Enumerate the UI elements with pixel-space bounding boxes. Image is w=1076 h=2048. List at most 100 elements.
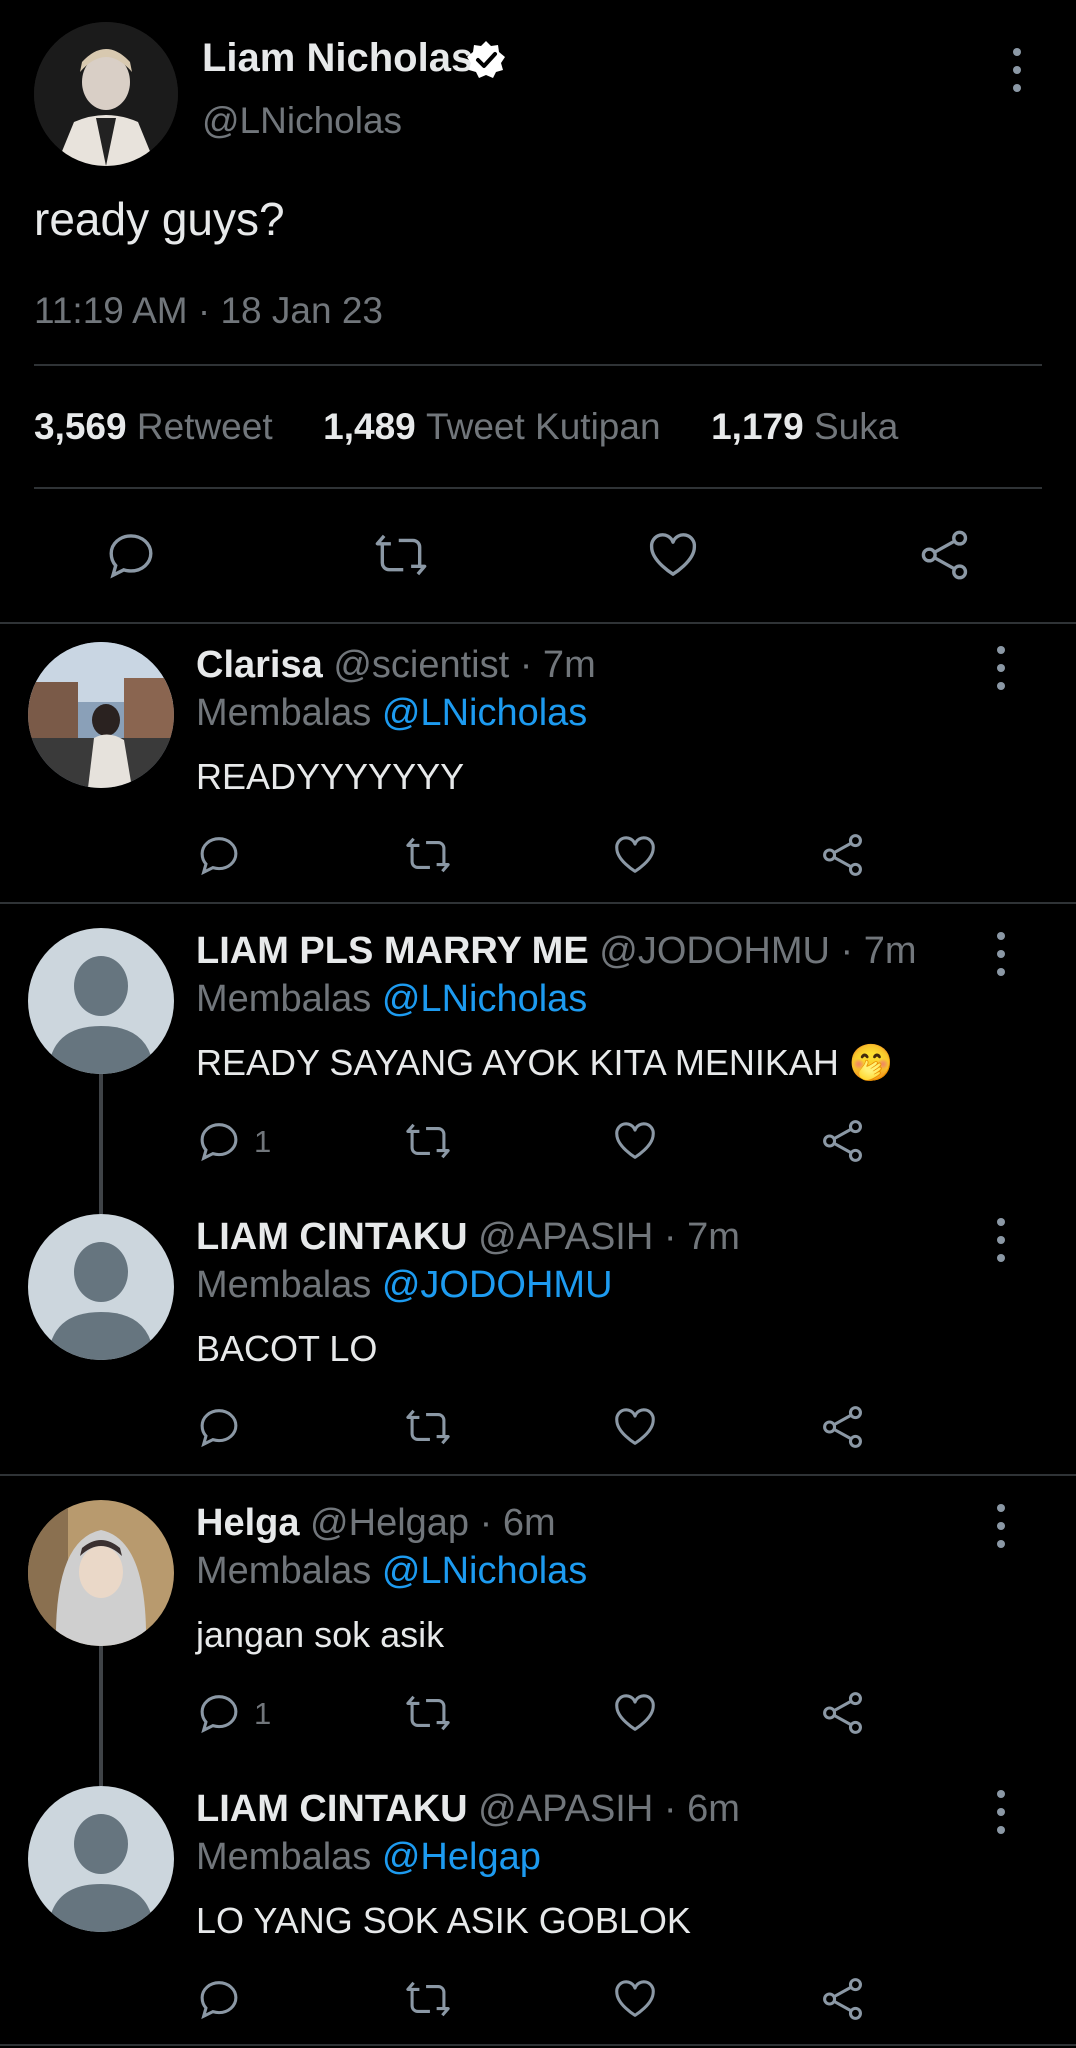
reply-author-name[interactable]: Helga: [196, 1502, 299, 1544]
thread-line: [99, 1074, 103, 1214]
reply-icon[interactable]: [196, 832, 242, 878]
divider: [34, 487, 1042, 489]
retweet-count: 3,569: [34, 406, 127, 447]
share-icon[interactable]: [820, 1404, 866, 1450]
reply-text: BACOT LO: [196, 1328, 378, 1369]
divider: [0, 2044, 1076, 2046]
reply-author-handle[interactable]: @APASIH: [478, 1216, 653, 1258]
reply-text: jangan sok asik: [196, 1614, 445, 1655]
replying-to-link[interactable]: @LNicholas: [382, 978, 587, 1020]
replying-to: Membalas @LNicholas: [196, 1550, 587, 1593]
more-icon[interactable]: [986, 932, 1016, 976]
reply-header: LIAM CINTAKU @APASIH · 7m: [196, 1216, 740, 1259]
like-stat[interactable]: 1,179 Suka: [711, 406, 898, 447]
reply-avatar[interactable]: [28, 1500, 174, 1646]
divider: [0, 1474, 1076, 1476]
reply-count: 1: [254, 1696, 272, 1731]
reply-header: Clarisa @scientist · 7m: [196, 644, 596, 687]
reply-time: · 7m: [519, 644, 596, 686]
like-count: 1,179: [711, 406, 804, 447]
reply-author-handle[interactable]: @scientist: [333, 644, 509, 686]
share-icon[interactable]: [820, 1118, 866, 1164]
divider: [0, 902, 1076, 904]
reply-text: READYYYYYYY: [196, 756, 465, 797]
reply-text: READY SAYANG AYOK KITA MENIKAH 🤭: [196, 1042, 894, 1083]
tweet-stats: 3,569 Retweet 1,489 Tweet Kutipan 1,179 …: [34, 406, 898, 448]
reply-header: LIAM CINTAKU @APASIH · 6m: [196, 1788, 740, 1831]
like-icon[interactable]: [612, 1976, 658, 2022]
share-icon[interactable]: [820, 832, 866, 878]
replying-prefix: Membalas: [196, 1836, 372, 1878]
reply-avatar[interactable]: [28, 1786, 174, 1932]
like-icon[interactable]: [612, 1404, 658, 1450]
reply-icon[interactable]: [104, 528, 158, 582]
reply-author-handle[interactable]: @Helgap: [310, 1502, 469, 1544]
reply-time: · 7m: [840, 930, 917, 972]
divider: [0, 622, 1076, 624]
replying-to: Membalas @JODOHMU: [196, 1264, 613, 1307]
retweet-icon[interactable]: [402, 1404, 454, 1450]
author-name[interactable]: Liam Nicholas: [202, 36, 473, 81]
reply-author-name[interactable]: LIAM PLS MARRY ME: [196, 930, 589, 972]
reply-icon[interactable]: [196, 1118, 242, 1164]
reply-icon[interactable]: [196, 1690, 242, 1736]
share-icon[interactable]: [820, 1976, 866, 2022]
quote-label: Tweet Kutipan: [426, 406, 661, 447]
replying-to: Membalas @LNicholas: [196, 692, 587, 735]
share-icon[interactable]: [918, 528, 972, 582]
quote-stat[interactable]: 1,489 Tweet Kutipan: [323, 406, 660, 447]
reply-author-handle[interactable]: @JODOHMU: [599, 930, 830, 972]
reply-avatar[interactable]: [28, 928, 174, 1074]
like-icon[interactable]: [612, 832, 658, 878]
more-icon[interactable]: [986, 646, 1016, 690]
reply-count: 1: [254, 1124, 272, 1159]
replying-to-link[interactable]: @JODOHMU: [382, 1264, 613, 1306]
replying-to: Membalas @Helgap: [196, 1836, 541, 1879]
tweet-timestamp[interactable]: 11:19 AM · 18 Jan 23: [34, 290, 383, 332]
replying-prefix: Membalas: [196, 1264, 372, 1306]
reply-avatar[interactable]: [28, 642, 174, 788]
author-avatar[interactable]: [34, 22, 178, 166]
verified-badge-icon: [466, 40, 506, 80]
more-icon[interactable]: [986, 1504, 1016, 1548]
retweet-icon[interactable]: [402, 1976, 454, 2022]
quote-count: 1,489: [323, 406, 416, 447]
like-icon[interactable]: [646, 528, 700, 582]
replying-to-link[interactable]: @LNicholas: [382, 1550, 587, 1592]
reply-time: · 6m: [663, 1788, 740, 1830]
reply-author-name[interactable]: Clarisa: [196, 644, 323, 686]
author-handle[interactable]: @LNicholas: [202, 100, 402, 142]
replying-prefix: Membalas: [196, 1550, 372, 1592]
tweet-text: ready guys?: [34, 193, 285, 245]
replying-to-link[interactable]: @Helgap: [382, 1836, 541, 1878]
reply-icon[interactable]: [196, 1404, 242, 1450]
reply-icon[interactable]: [196, 1976, 242, 2022]
reply-text: LO YANG SOK ASIK GOBLOK: [196, 1900, 691, 1941]
replying-prefix: Membalas: [196, 692, 372, 734]
replying-to-link[interactable]: @LNicholas: [382, 692, 587, 734]
reply-author-name[interactable]: LIAM CINTAKU: [196, 1788, 468, 1830]
like-label: Suka: [813, 406, 899, 447]
reply-author-name[interactable]: LIAM CINTAKU: [196, 1216, 468, 1258]
reply-author-handle[interactable]: @APASIH: [478, 1788, 653, 1830]
divider: [34, 364, 1042, 366]
more-icon[interactable]: [986, 1790, 1016, 1834]
more-icon[interactable]: [986, 1218, 1016, 1262]
retweet-icon[interactable]: [402, 832, 454, 878]
share-icon[interactable]: [820, 1690, 866, 1736]
like-icon[interactable]: [612, 1690, 658, 1736]
reply-header: LIAM PLS MARRY ME @JODOHMU · 7m: [196, 930, 916, 973]
more-icon[interactable]: [1002, 48, 1032, 92]
reply-avatar[interactable]: [28, 1214, 174, 1360]
replying-to: Membalas @LNicholas: [196, 978, 587, 1021]
retweet-stat[interactable]: 3,569 Retweet: [34, 406, 273, 447]
replying-prefix: Membalas: [196, 978, 372, 1020]
reply-header: Helga @Helgap · 6m: [196, 1502, 556, 1545]
retweet-icon[interactable]: [402, 1118, 454, 1164]
like-icon[interactable]: [612, 1118, 658, 1164]
retweet-icon[interactable]: [402, 1690, 454, 1736]
thread-line: [99, 1646, 103, 1786]
retweet-label: Retweet: [136, 406, 273, 447]
retweet-icon[interactable]: [372, 528, 430, 582]
reply-time: · 6m: [479, 1502, 556, 1544]
